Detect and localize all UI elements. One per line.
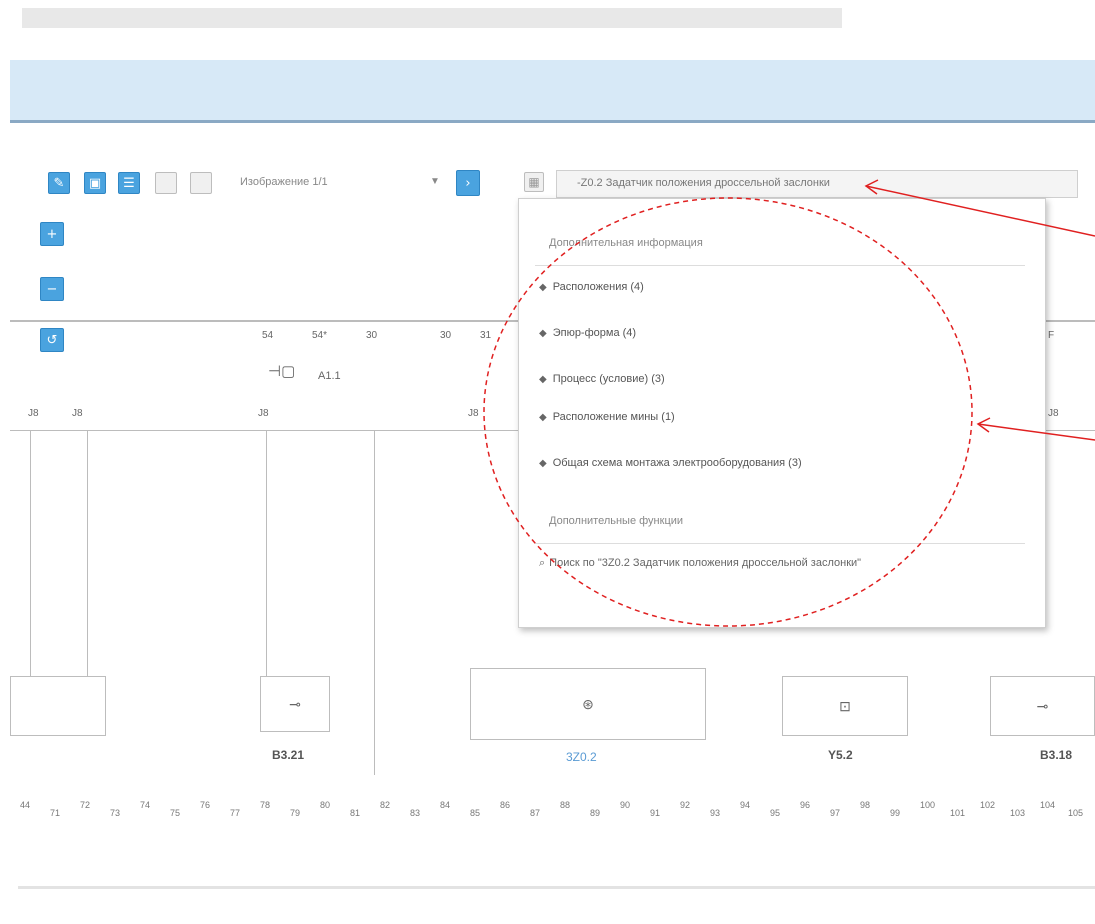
annotation-overlay xyxy=(483,179,1095,627)
annotation-arrow xyxy=(977,423,1095,441)
annotation-ellipse xyxy=(483,197,973,627)
annotation-arrow xyxy=(865,185,1095,237)
